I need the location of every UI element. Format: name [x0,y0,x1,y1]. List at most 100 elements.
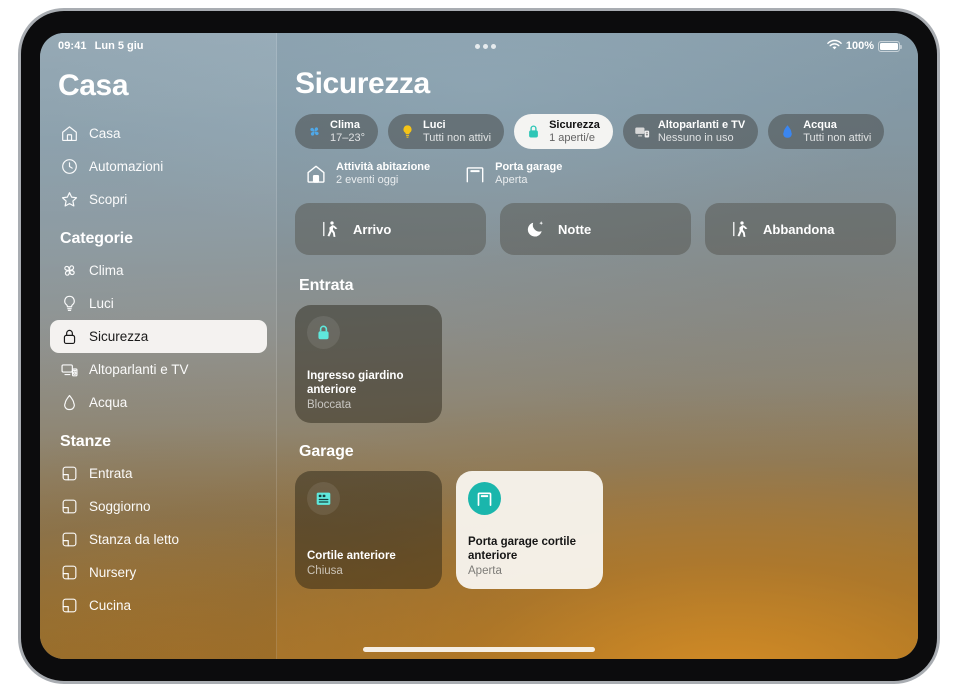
scene-abbandona[interactable]: Abbandona [705,203,896,256]
tile-cortile-anteriore[interactable]: Cortile anteriore Chiusa [295,471,442,590]
lock-closed-icon [314,323,333,342]
multitasking-dots-icon[interactable] [474,43,496,49]
scene-label: Abbandona [763,221,835,237]
sidebar-item-label: Sicurezza [89,328,149,344]
garage-open-icon [475,489,494,508]
chip-status: Tutti non attivi [423,131,492,144]
room-icon [60,530,79,549]
chip-text: Sicurezza 1 aperti/e [549,119,600,145]
room-icon [60,563,79,582]
fan-icon [306,123,323,140]
chip-text: Clima 17–23° [330,119,365,145]
chip-acqua[interactable]: Acqua Tutti non attivi [768,114,885,149]
sidebar-item-automazioni[interactable]: Automazioni [50,150,267,183]
chip-title: Sicurezza [549,118,600,131]
device-bezel: 09:41 Lun 5 giu 100% Casa Casa Automazio… [21,11,937,681]
lock-icon [525,123,542,140]
sidebar-categories-title: Categorie [60,230,133,247]
sidebar-item-altoparlanti-e-tv[interactable]: Altoparlanti e TV [50,353,267,386]
sidebar-item-soggiorno[interactable]: Soggiorno [50,490,267,523]
chip-altoparlanti-e-tv[interactable]: Altoparlanti e TV Nessuno in uso [622,114,759,149]
house-icon [60,124,79,143]
tile-ingresso-giardino-anteriore[interactable]: Ingresso giardino anteriore Bloccata [295,305,442,424]
tile-icon-wrap [468,482,501,516]
chip-status: 17–23° [330,131,365,144]
info-title: Attività abitazione [336,161,431,173]
info-row: Attività abitazione 2 eventi oggi Porta … [305,161,896,187]
clock-automation-icon [60,157,79,176]
fan-icon [60,261,79,280]
scene-notte[interactable]: Notte [500,203,691,256]
sidebar-item-label: Automazioni [89,158,164,174]
chip-sicurezza[interactable]: Sicurezza 1 aperti/e [514,114,613,149]
tile-title: Cortile anteriore [307,550,396,563]
room-icon [60,464,79,483]
lightbulb-icon [399,123,416,140]
chip-title: Altoparlanti e TV [657,118,746,131]
tile-porta-garage-cortile-anteriore[interactable]: Porta garage cortile anteriore Aperta [456,471,603,590]
sidebar-item-casa[interactable]: Casa [50,117,267,150]
status-bar: 09:41 Lun 5 giu 100% [40,33,918,59]
sidebar-item-label: Cucina [89,597,132,613]
house-icon [305,163,327,185]
sidebar-item-nursery[interactable]: Nursery [50,556,267,589]
sidebar-item-luci[interactable]: Luci [50,287,267,320]
chip-status: Nessuno in uso [657,131,734,144]
water-drop-icon [60,393,79,412]
chip-text: Altoparlanti e TV Nessuno in uso [658,119,745,145]
room-icon [60,497,79,516]
chip-clima[interactable]: Clima 17–23° [295,114,378,149]
scene-label: Arrivo [353,221,392,237]
chip-title: Luci [423,118,446,131]
ipad-device-frame: 09:41 Lun 5 giu 100% Casa Casa Automazio… [18,8,940,684]
sidebar-item-scopri[interactable]: Scopri [50,183,267,216]
sidebar: Casa Casa Automazioni Scopri Categorie C… [40,33,277,659]
sidebar-categories-nav: Clima Luci Sicurezza Altoparlanti e TV A… [40,254,277,419]
sidebar-item-cucina[interactable]: Cucina [50,589,267,622]
sidebar-item-acqua[interactable]: Acqua [50,386,267,419]
info-attivita-abitazione[interactable]: Attività abitazione 2 eventi oggi [305,161,430,187]
scene-arrivo[interactable]: Arrivo [295,203,486,256]
tiles-entrata: Ingresso giardino anteriore Bloccata [295,305,896,424]
status-date: Lun 5 giu [94,40,144,52]
chip-status: 1 aperti/e [549,131,595,144]
scene-buttons: Arrivo Notte Abbandona [295,203,896,256]
page-title: Sicurezza [295,67,430,100]
sidebar-rooms-nav: Entrata Soggiorno Stanza da letto Nurser… [40,457,277,622]
main-content: Sicurezza Clima 17–23° Luci Tutti non at… [277,33,918,659]
home-indicator[interactable] [363,647,595,652]
chip-luci[interactable]: Luci Tutti non attivi [388,114,505,149]
sidebar-item-sicurezza[interactable]: Sicurezza [50,320,267,353]
sidebar-item-label: Clima [89,262,124,278]
sidebar-rooms-title: Stanze [60,433,111,450]
sidebar-item-stanza-da-letto[interactable]: Stanza da letto [50,523,267,556]
star-icon [60,190,79,209]
info-status: 2 eventi oggi [336,174,399,187]
status-time: 09:41 [58,40,87,52]
info-porta-garage[interactable]: Porta garage Aperta [464,161,562,187]
battery-full-icon [878,40,903,52]
info-title: Porta garage [495,161,563,173]
chip-text: Acqua Tutti non attivi [803,119,871,145]
sidebar-item-label: Acqua [89,394,128,410]
category-status-chips: Clima 17–23° Luci Tutti non attivi Sicur… [295,114,896,149]
sidebar-item-label: Entrata [89,465,133,481]
section-title-garage: Garage [299,443,354,461]
tv-speaker-icon [60,360,79,379]
sidebar-item-entrata[interactable]: Entrata [50,457,267,490]
water-drop-icon [779,123,796,140]
sidebar-item-label: Altoparlanti e TV [89,361,189,377]
tile-status: Aperta [468,565,502,578]
sidebar-item-label: Scopri [89,191,128,207]
tile-text: Porta garage cortile anteriore Aperta [468,535,591,579]
sidebar-item-label: Stanza da letto [89,531,180,547]
sidebar-home-title: Casa [58,69,129,102]
garage-closed-icon [314,489,333,508]
sidebar-item-label: Soggiorno [89,498,151,514]
section-title-entrata: Entrata [299,277,354,295]
moon-stars-icon [526,219,546,239]
sidebar-item-label: Nursery [89,564,137,580]
status-bar-left: 09:41 Lun 5 giu [58,40,144,52]
tile-icon-wrap [307,316,340,350]
sidebar-item-clima[interactable]: Clima [50,254,267,287]
